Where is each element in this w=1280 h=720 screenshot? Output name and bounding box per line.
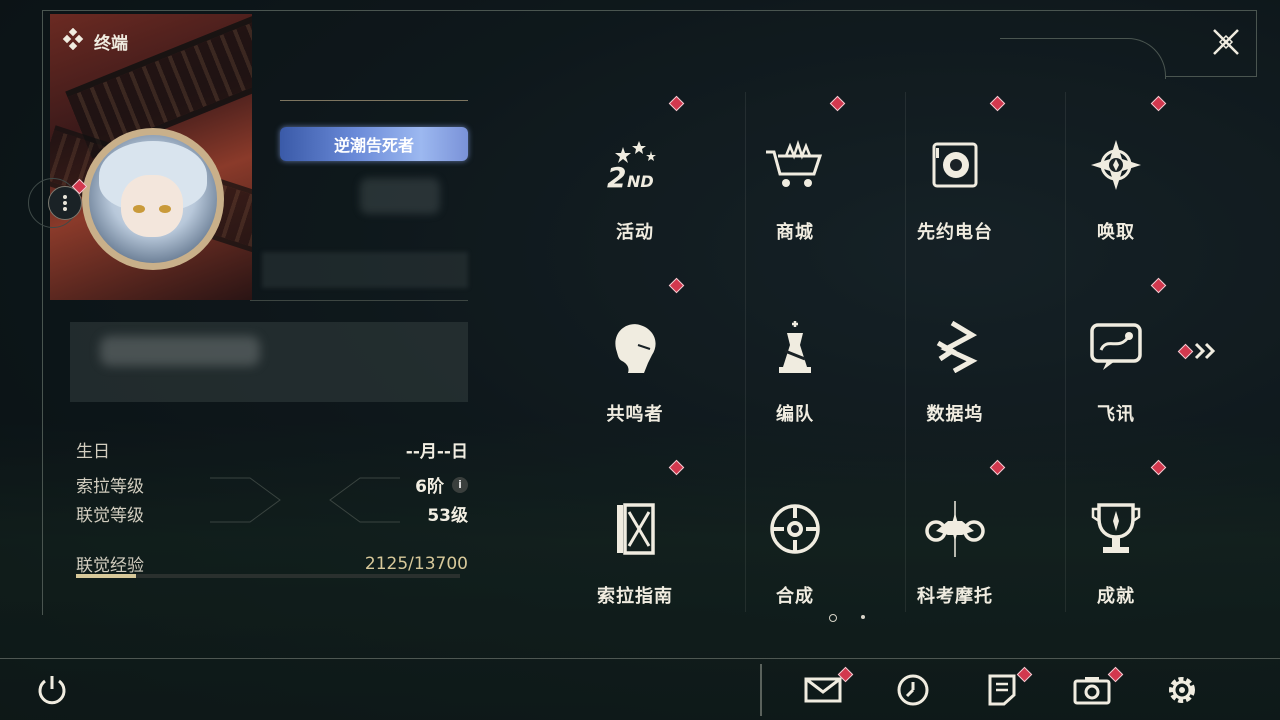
divider-line	[250, 300, 468, 301]
menu-item-data-bank[interactable]: 数据坞	[875, 274, 1035, 456]
svg-text:ND: ND	[627, 172, 654, 191]
menu-item-team[interactable]: 编队	[715, 274, 875, 456]
blurred-signature	[100, 336, 260, 366]
close-x-icon	[1213, 29, 1239, 55]
radio-pass-icon	[920, 130, 990, 200]
union-level-value: 53级	[427, 506, 468, 526]
settings-gear-icon	[1169, 677, 1195, 703]
avatar-eye	[133, 205, 145, 213]
frame-line-right-top	[1165, 76, 1257, 77]
frame-line-right	[1256, 10, 1257, 76]
union-exp-bar	[76, 574, 460, 578]
menu-label: 索拉指南	[597, 586, 673, 607]
avatar-face	[121, 175, 183, 237]
union-exp-row: 联觉经验 2125/13700	[76, 551, 468, 577]
mail-button[interactable]	[803, 670, 843, 710]
power-button[interactable]	[32, 670, 72, 710]
resonator-portrait-icon	[600, 312, 670, 382]
birthday-row: 生日 --月--日	[76, 437, 468, 462]
camera-button[interactable]	[1072, 670, 1112, 710]
svg-text:2: 2	[607, 161, 626, 193]
menu-label: 科考摩托	[917, 586, 993, 607]
convene-compass-icon	[1081, 130, 1151, 200]
avatar-eye	[159, 205, 171, 213]
vertical-dots-icon	[63, 195, 67, 211]
diamond-cluster-icon	[62, 27, 84, 55]
menu-item-achievements[interactable]: 成就	[1036, 456, 1196, 638]
menu-item-resonators[interactable]: 共鸣者	[555, 274, 715, 456]
menu-item-convene[interactable]: 唤取	[1036, 92, 1196, 274]
chat-message-icon	[1081, 312, 1151, 382]
menu-item-synthesis[interactable]: 合成	[715, 456, 875, 638]
birthday-label: 生日	[76, 442, 110, 462]
bottom-bar-divider	[0, 658, 1280, 659]
menu-label: 活动	[616, 222, 654, 243]
synthesis-icon	[760, 494, 830, 564]
frame-line-top	[42, 10, 1257, 11]
double-chevron-right-icon	[1194, 342, 1216, 360]
events-2nd-hd-icon: 2 ND	[600, 130, 670, 200]
info-icon[interactable]: i	[452, 476, 468, 493]
menu-item-motorcycle[interactable]: 科考摩托	[875, 456, 1035, 638]
frame-curve	[1000, 38, 1166, 79]
avatar[interactable]	[89, 135, 217, 263]
menu-label: 成就	[1097, 586, 1135, 607]
birthday-value: --月--日	[405, 442, 468, 462]
guide-book-icon	[600, 494, 670, 564]
frame-line-left	[42, 10, 43, 615]
union-level-label: 联觉等级	[76, 506, 144, 526]
sola-level-label: 索拉等级	[76, 477, 144, 497]
team-chess-icon	[760, 312, 830, 382]
menu-item-shop[interactable]: 商城	[715, 92, 875, 274]
menu-label: 编队	[776, 404, 814, 425]
camera-icon	[1073, 677, 1111, 705]
blurred-uid	[360, 178, 440, 214]
union-exp-value: 2125/13700	[364, 553, 468, 574]
data-bank-icon	[920, 312, 990, 382]
union-exp-label: 联觉经验	[76, 556, 144, 576]
menu-item-messages[interactable]: 飞讯	[1036, 274, 1196, 456]
title-tag-text: 逆潮告死者	[333, 136, 414, 155]
menu-label: 合成	[776, 586, 814, 607]
page-indicator[interactable]	[861, 615, 865, 619]
divider-line	[280, 100, 468, 101]
menu-item-events[interactable]: 2 ND 活动	[555, 92, 715, 274]
motorcycle-icon	[920, 494, 990, 564]
menu-label: 先约电台	[917, 222, 993, 243]
achievement-trophy-icon	[1081, 494, 1151, 564]
menu-label: 商城	[776, 222, 814, 243]
power-icon	[38, 676, 66, 705]
close-button[interactable]	[1208, 24, 1244, 60]
shop-cart-icon	[760, 130, 830, 200]
menu-label: 飞讯	[1097, 404, 1135, 425]
union-exp-fill	[76, 574, 136, 578]
page-indicator-active[interactable]	[829, 614, 837, 622]
title-tag[interactable]: 逆潮告死者	[280, 127, 468, 161]
clock-icon	[897, 674, 929, 706]
next-page-button[interactable]	[1177, 340, 1224, 362]
sola-level-value: 6阶	[415, 477, 444, 497]
menu-item-guide[interactable]: 索拉指南	[555, 456, 715, 638]
menu-item-radio[interactable]: 先约电台	[875, 92, 1035, 274]
settings-button[interactable]	[1162, 670, 1202, 710]
decorative-lines	[210, 477, 400, 523]
page-title-text: 终端	[94, 34, 128, 54]
notification-badge	[1177, 343, 1194, 359]
signature-box[interactable]	[70, 322, 468, 402]
menu-label: 唤取	[1097, 222, 1135, 243]
clock-button[interactable]	[893, 670, 933, 710]
notice-button[interactable]	[982, 670, 1022, 710]
bottom-bar-separator	[760, 664, 762, 716]
blurred-name	[262, 252, 468, 288]
notice-icon	[988, 674, 1016, 706]
menu-label: 数据坞	[926, 404, 984, 425]
menu-label: 共鸣者	[606, 404, 664, 425]
page-title: 终端	[62, 27, 128, 55]
mail-icon	[804, 677, 842, 703]
